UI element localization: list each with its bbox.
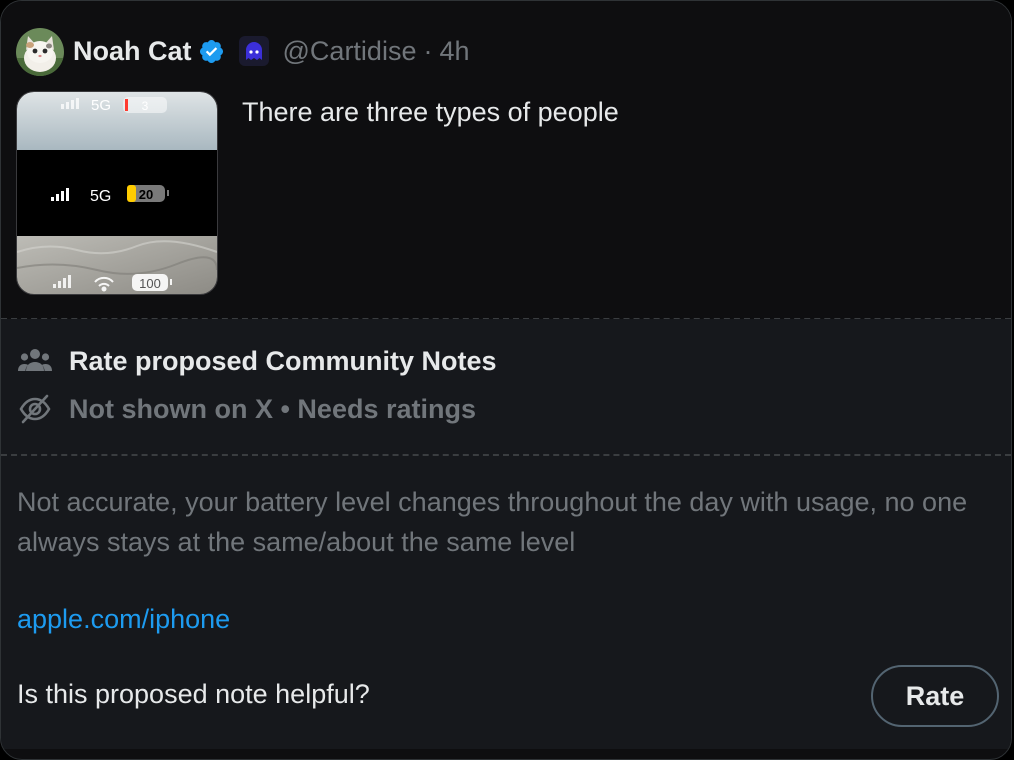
note-source-link[interactable]: apple.com/iphone	[17, 604, 230, 635]
tweet[interactable]: Noah Cat @Cartidise · 4h 5G 3 5G 20 100 …	[1, 1, 1011, 319]
community-notes-header[interactable]: Rate proposed Community Notes	[17, 343, 497, 379]
author-handle[interactable]: @Cartidise	[283, 36, 417, 67]
media-battery-3: 100	[139, 276, 161, 291]
people-group-icon	[17, 343, 53, 379]
note-status: Not shown on X • Needs ratings	[17, 391, 476, 427]
media-network-2: 5G	[90, 188, 111, 205]
community-notes-panel: Rate proposed Community Notes Not shown …	[1, 319, 1011, 749]
ghost-icon[interactable]	[238, 36, 269, 66]
media-battery-2: 20	[139, 187, 153, 202]
tweet-card: Noah Cat @Cartidise · 4h 5G 3 5G 20 100 …	[0, 0, 1012, 760]
author-name[interactable]: Noah Cat	[73, 36, 192, 67]
timestamp[interactable]: 4h	[439, 36, 469, 67]
avatar[interactable]	[16, 28, 64, 76]
tweet-header: Noah Cat @Cartidise · 4h	[73, 33, 470, 69]
helpful-question: Is this proposed note helpful?	[17, 679, 370, 709]
eye-slash-icon	[17, 391, 53, 427]
note-body: Not accurate, your battery level changes…	[17, 487, 968, 557]
media-network-1: 5G	[91, 97, 111, 114]
rate-button[interactable]: Rate	[871, 665, 999, 727]
tweet-image[interactable]: 5G 3 5G 20 100	[16, 91, 218, 295]
separator-dot: ·	[423, 35, 433, 66]
note-status-text: Not shown on X • Needs ratings	[69, 393, 476, 424]
media-battery-1: 3	[142, 99, 149, 113]
tweet-text: There are three types of people	[242, 97, 619, 127]
section-divider	[1, 454, 1011, 456]
community-notes-title: Rate proposed Community Notes	[69, 345, 497, 376]
verified-badge-icon[interactable]	[198, 38, 225, 65]
